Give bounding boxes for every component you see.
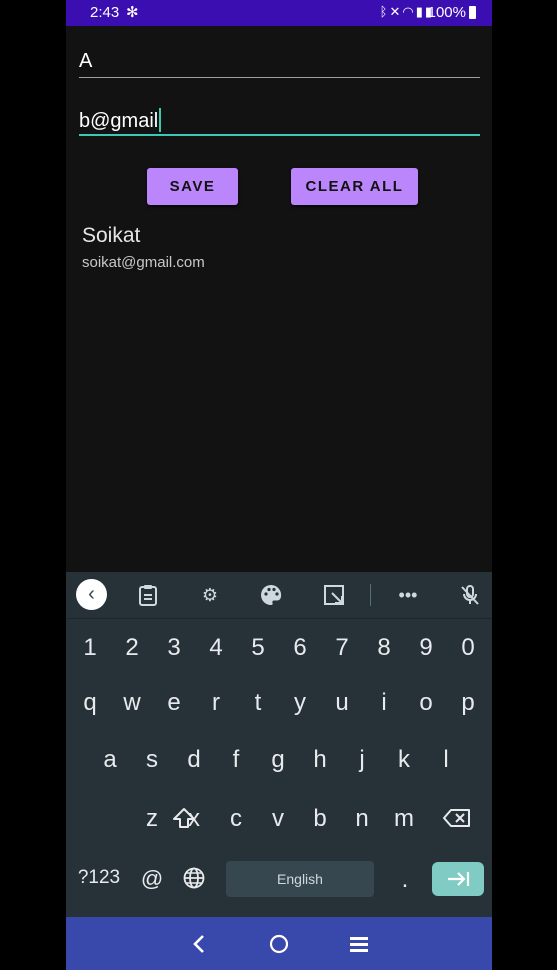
navigation-bar [66,917,492,970]
at-key[interactable]: @ [132,857,172,901]
list-item-name: Soikat [82,224,141,247]
wifi-icon: ◠ [402,4,416,19]
key-row_numbers-0[interactable]: 1 [70,626,110,670]
name-field-value: A [79,50,93,72]
palette-icon[interactable] [256,580,286,610]
key-row_home-0[interactable]: a [90,738,130,782]
email-field-value-wrap: b@gmail [79,108,162,133]
key-row_home-2[interactable]: d [174,738,214,782]
status-bar: 2:43 ✻ ᛒ✕◠▮▮ 100% [66,0,492,26]
key-row_top-6[interactable]: u [322,681,362,725]
recents-nav-icon[interactable] [344,929,374,959]
key-row_bottom-6[interactable]: m [384,797,424,841]
key-row_top-4[interactable]: t [238,681,278,725]
key-row_top-8[interactable]: o [406,681,446,725]
mic-off-icon[interactable] [455,580,485,610]
gear-icon[interactable]: ⚙ [195,580,225,610]
key-row_home-1[interactable]: s [132,738,172,782]
home-nav-icon[interactable] [264,929,294,959]
status-time: 2:43 [90,4,120,21]
bluetooth-icon: ᛒ [379,4,390,19]
battery-icon [469,6,476,19]
next-key[interactable] [432,862,484,896]
keyboard-toolbar: ‹ ⚙ ••• [66,572,492,619]
key-row_numbers-1[interactable]: 2 [112,626,152,670]
key-row_numbers-4[interactable]: 5 [238,626,278,670]
symbols-key[interactable]: ?123 [77,856,121,900]
mute-icon: ✕ [389,4,403,19]
name-field[interactable]: A [79,48,480,78]
key-row_top-7[interactable]: i [364,681,404,725]
key-row_home-7[interactable]: k [384,738,424,782]
key-row_top-0[interactable]: q [70,681,110,725]
toolbar-divider [370,584,371,606]
key-row_numbers-3[interactable]: 4 [196,626,236,670]
signal-icon: ▮ [415,4,425,19]
email-field[interactable]: b@gmail [79,106,480,136]
key-row_bottom-5[interactable]: n [342,797,382,841]
key-row_top-2[interactable]: e [154,681,194,725]
email-field-value: b@gmail [79,110,159,132]
shift-key[interactable] [164,796,204,840]
key-row_home-4[interactable]: g [258,738,298,782]
key-row_home-8[interactable]: l [426,738,466,782]
fan-icon: ✻ [126,4,139,21]
key-row_home-5[interactable]: h [300,738,340,782]
battery-percent: 100% [427,4,466,21]
clear-all-button[interactable]: CLEAR ALL [291,168,418,205]
key-row_bottom-4[interactable]: b [300,797,340,841]
key-row_numbers-2[interactable]: 3 [154,626,194,670]
clipboard-icon[interactable] [133,580,163,610]
key-row_bottom-3[interactable]: v [258,797,298,841]
key-row_numbers-9[interactable]: 0 [448,626,488,670]
system-icons: ᛒ✕◠▮▮ [380,4,434,20]
key-row_numbers-6[interactable]: 7 [322,626,362,670]
key-row_home-6[interactable]: j [342,738,382,782]
period-key[interactable]: . [385,858,425,902]
key-row_numbers-8[interactable]: 9 [406,626,446,670]
key-row_top-1[interactable]: w [112,681,152,725]
soft-keyboard: ‹ ⚙ ••• 1234567890 qwertyuiop asdfghjkl … [66,572,492,917]
app-screen: 2:43 ✻ ᛒ✕◠▮▮ 100% A b@gmail SAVE CLEAR A… [66,0,492,970]
key-row_bottom-2[interactable]: c [216,797,256,841]
key-row_top-5[interactable]: y [280,681,320,725]
back-icon[interactable]: ‹ [76,579,107,610]
space-bar[interactable]: English [226,861,374,897]
list-item-email: soikat@gmail.com [82,254,205,271]
key-row_top-3[interactable]: r [196,681,236,725]
key-row_numbers-5[interactable]: 6 [280,626,320,670]
globe-icon[interactable] [174,856,214,900]
save-button[interactable]: SAVE [147,168,238,205]
text-cursor [159,108,162,132]
more-icon[interactable]: ••• [393,580,423,610]
email-field-underline [79,134,480,136]
key-row_top-9[interactable]: p [448,681,488,725]
key-row_home-3[interactable]: f [216,738,256,782]
backspace-key[interactable] [437,796,477,840]
resize-icon[interactable] [319,580,349,610]
key-row_numbers-7[interactable]: 8 [364,626,404,670]
back-nav-icon[interactable] [184,929,214,959]
name-field-underline [79,77,480,78]
